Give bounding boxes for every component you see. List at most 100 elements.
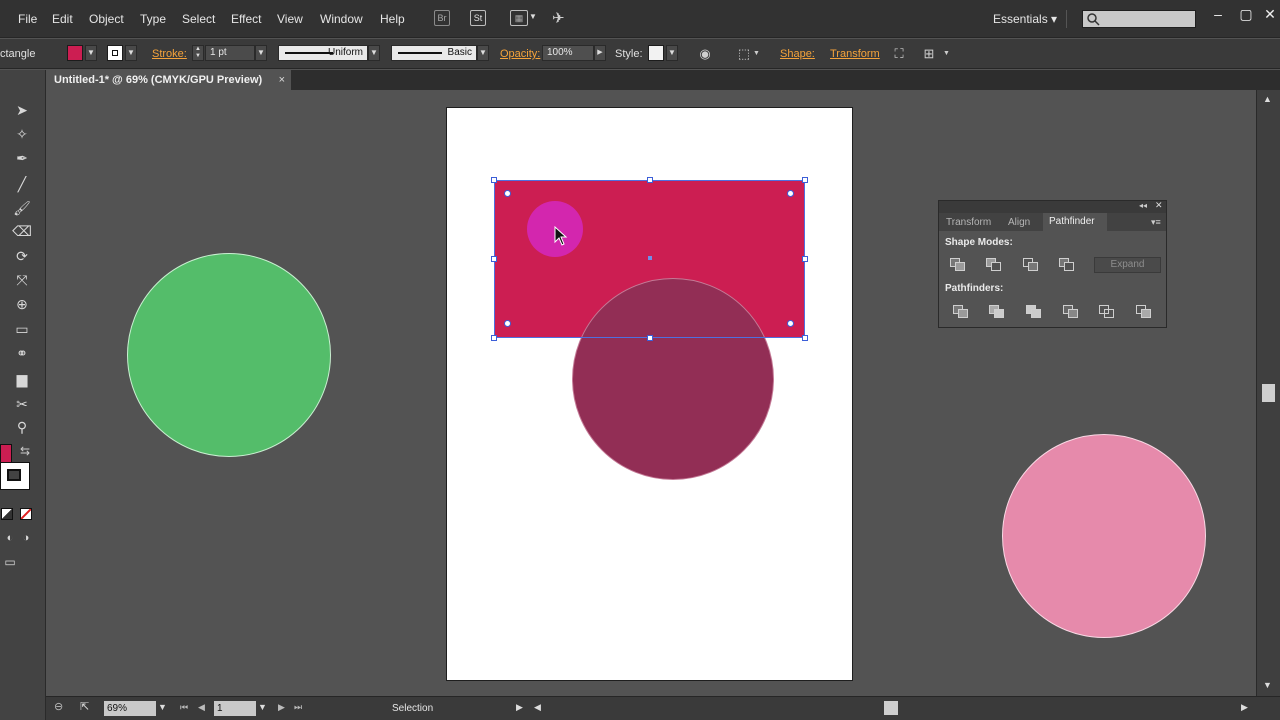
unite-button[interactable] bbox=[950, 258, 966, 272]
fill-swatch-control[interactable] bbox=[67, 45, 83, 61]
bridge-icon[interactable]: Br bbox=[434, 10, 450, 26]
shape-link[interactable]: Shape: bbox=[780, 48, 815, 60]
stroke-color-box[interactable] bbox=[0, 462, 30, 490]
align-dropdown-icon[interactable]: ▼ bbox=[753, 50, 760, 57]
collapse-icon[interactable]: ◂◂ bbox=[1139, 201, 1147, 210]
menu-window[interactable]: Window bbox=[320, 12, 363, 26]
last-artboard-icon[interactable]: ⏭ bbox=[294, 702, 302, 713]
swap-icon[interactable]: ⇆ bbox=[20, 444, 30, 458]
stroke-weight-field[interactable]: 1 pt bbox=[205, 45, 255, 61]
opacity-link[interactable]: Opacity: bbox=[500, 48, 540, 60]
next-artboard-icon[interactable]: ▶ bbox=[278, 702, 285, 713]
arrange-menu-icon[interactable]: ▼ bbox=[943, 50, 950, 57]
zoom-icon[interactable]: ⊖ bbox=[54, 700, 63, 713]
line-segment-icon[interactable]: ╱ bbox=[12, 174, 32, 194]
arrow-icon[interactable]: ➤ bbox=[12, 100, 32, 120]
resize-handle-bottom-left[interactable] bbox=[491, 335, 497, 341]
stroke-swatch-control[interactable] bbox=[107, 45, 123, 61]
resize-handle-top-right[interactable] bbox=[802, 177, 808, 183]
arrange-icon[interactable]: ⊞ bbox=[921, 46, 937, 62]
resize-handle-bottom-right[interactable] bbox=[802, 335, 808, 341]
transform-link[interactable]: Transform bbox=[830, 48, 880, 60]
minus-front-button[interactable] bbox=[986, 258, 1002, 272]
none-mode-icon[interactable] bbox=[20, 508, 32, 520]
resize-handle-left[interactable] bbox=[491, 256, 497, 262]
graphic-style-swatch[interactable] bbox=[648, 45, 664, 61]
opacity-slider-icon[interactable]: ▶ bbox=[594, 45, 606, 61]
tab-transform[interactable]: Transform bbox=[946, 217, 991, 228]
merge-button[interactable] bbox=[1026, 305, 1042, 319]
crop-button[interactable] bbox=[1063, 305, 1079, 319]
green-circle[interactable] bbox=[127, 253, 331, 457]
stock-icon[interactable]: St bbox=[470, 10, 486, 26]
zoom-dropdown-icon[interactable]: ▼ bbox=[158, 702, 167, 712]
minus-back-button[interactable] bbox=[1136, 305, 1152, 319]
shape-builder-icon[interactable]: ⊕ bbox=[12, 294, 32, 314]
intersect-button[interactable] bbox=[1023, 258, 1039, 272]
stroke-link[interactable]: Stroke: bbox=[152, 48, 187, 60]
arrange-dropdown-icon[interactable]: ▼ bbox=[529, 12, 537, 21]
resize-handle-top[interactable] bbox=[647, 177, 653, 183]
scroll-left-icon[interactable]: ◀ bbox=[534, 702, 541, 713]
menu-select[interactable]: Select bbox=[182, 12, 215, 26]
resize-handle-top-left[interactable] bbox=[491, 177, 497, 183]
vertical-scrollbar[interactable]: ▲ ▼ bbox=[1256, 90, 1280, 696]
canvas-area[interactable] bbox=[46, 90, 1256, 696]
horizontal-scroll-thumb[interactable] bbox=[884, 701, 898, 715]
document-tab[interactable]: Untitled-1* @ 69% (CMYK/GPU Preview) × bbox=[46, 70, 291, 90]
screen-mode-icon[interactable]: ▭ bbox=[0, 552, 20, 572]
stroke-stepper[interactable]: ▲ ▼ bbox=[192, 45, 204, 61]
gradient-icon[interactable]: ▭ bbox=[12, 319, 32, 339]
artboard-dropdown-icon[interactable]: ▼ bbox=[258, 702, 267, 712]
first-artboard-icon[interactable]: ⏮ bbox=[180, 702, 188, 713]
maximize-button[interactable]: ▢ bbox=[1238, 6, 1254, 22]
previous-artboard-icon[interactable]: ◀ bbox=[198, 702, 205, 713]
free-transform-icon[interactable]: ⤧ bbox=[12, 270, 32, 290]
arrange-documents-icon[interactable]: ▦ bbox=[510, 10, 528, 26]
divide-button[interactable] bbox=[953, 305, 969, 319]
menu-view[interactable]: View bbox=[277, 12, 303, 26]
menu-file[interactable]: File bbox=[18, 12, 37, 26]
eraser-icon[interactable]: ⌫ bbox=[12, 221, 32, 241]
corner-widget-bottom-right[interactable] bbox=[787, 320, 794, 327]
tab-align[interactable]: Align bbox=[1008, 217, 1030, 228]
blend-icon[interactable]: ⚭ bbox=[12, 343, 32, 363]
menu-effect[interactable]: Effect bbox=[231, 12, 261, 26]
pen-icon[interactable]: ✒ bbox=[12, 148, 32, 168]
fill-dropdown-icon[interactable]: ▼ bbox=[85, 45, 97, 61]
recolor-artwork-icon[interactable]: ◉ bbox=[697, 46, 713, 62]
magic-wand-icon[interactable]: ✧ bbox=[12, 124, 32, 144]
menu-object[interactable]: Object bbox=[89, 12, 124, 26]
outline-button[interactable] bbox=[1099, 305, 1115, 319]
stroke-dropdown-icon[interactable]: ▼ bbox=[125, 45, 137, 61]
graph-icon[interactable]: ▆ bbox=[12, 369, 32, 389]
trim-button[interactable] bbox=[989, 305, 1005, 319]
scissors-icon[interactable]: ✂ bbox=[12, 394, 32, 414]
color-mode-icon[interactable] bbox=[1, 508, 13, 520]
artboard-number-field[interactable]: 1 bbox=[214, 701, 256, 716]
align-to-icon[interactable]: ⬚ bbox=[736, 46, 752, 62]
draw-inside-icon[interactable]: ◑ bbox=[16, 528, 36, 548]
resize-handle-right[interactable] bbox=[802, 256, 808, 262]
minimize-button[interactable]: – bbox=[1210, 6, 1226, 22]
menu-edit[interactable]: Edit bbox=[52, 12, 73, 26]
opacity-field[interactable]: 100% bbox=[542, 45, 594, 61]
corner-widget-top-right[interactable] bbox=[787, 190, 794, 197]
corner-widget-bottom-left[interactable] bbox=[504, 320, 511, 327]
variable-width-profile[interactable]: Uniform bbox=[278, 45, 368, 61]
scroll-up-icon[interactable]: ▲ bbox=[1263, 94, 1272, 104]
menu-help[interactable]: Help bbox=[380, 12, 405, 26]
scroll-down-icon[interactable]: ▼ bbox=[1263, 680, 1272, 690]
panel-menu-icon[interactable]: ▾≡ bbox=[1151, 217, 1161, 228]
close-icon[interactable]: × bbox=[279, 70, 285, 90]
status-menu-icon[interactable]: ▶ bbox=[516, 702, 523, 713]
search-input[interactable] bbox=[1082, 10, 1196, 28]
close-icon[interactable]: ✕ bbox=[1155, 200, 1163, 211]
exclude-button[interactable] bbox=[1059, 258, 1075, 272]
stroke-weight-dropdown-icon[interactable]: ▼ bbox=[255, 45, 267, 61]
rotate-icon[interactable]: ⟳ bbox=[12, 246, 32, 266]
brush-definition[interactable]: Basic bbox=[391, 45, 477, 61]
close-window-button[interactable]: ✕ bbox=[1262, 6, 1278, 22]
scroll-right-icon[interactable]: ▶ bbox=[1241, 702, 1248, 713]
zoom-level-field[interactable]: 69% bbox=[104, 701, 156, 716]
